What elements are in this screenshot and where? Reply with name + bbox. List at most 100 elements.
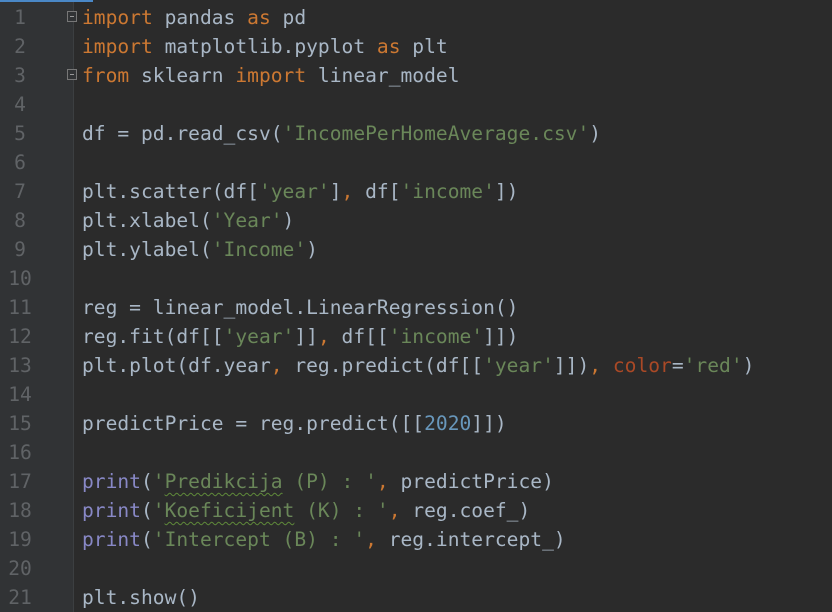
code-token-txt: plt.plot(df.year [82, 354, 271, 377]
code-text: reg = linear_model.LinearRegression() [82, 293, 518, 322]
code-token-str: 'year' [223, 325, 295, 348]
code-token-str: 'year' [483, 354, 554, 377]
code-text: plt.scatter(df['year'], df['income']) [82, 177, 518, 206]
line-number: 20 [8, 557, 32, 580]
line-number: 2 [14, 35, 26, 58]
code-token-str: 'red' [683, 354, 743, 377]
code-line[interactable]: 16 [0, 438, 832, 467]
code-token-txt: reg.intercept_) [376, 528, 566, 551]
code-line[interactable]: 2 import matplotlib.pyplot as plt [0, 32, 832, 61]
line-number: 10 [8, 267, 32, 290]
code-token-txt: ]]) [483, 325, 519, 348]
code-line[interactable]: 17 print('Predikcija (P) : ', predictPric… [0, 467, 832, 496]
code-token-txt: ( [140, 470, 153, 493]
code-token-txt: df = pd.read_csv( [82, 122, 283, 145]
code-line[interactable]: 6 [0, 148, 832, 177]
code-line[interactable]: 9 plt.ylabel('Income') [0, 235, 832, 264]
code-token-txt: sklearn [129, 64, 236, 87]
code-line[interactable]: 3 from sklearn import linear_model [0, 61, 832, 90]
line-number: 14 [8, 383, 32, 406]
line-number: 21 [8, 586, 32, 609]
code-line[interactable]: 1 import pandas as pd [0, 3, 832, 32]
code-line[interactable]: 5 df = pd.read_csv('IncomePerHomeAverage.… [0, 119, 832, 148]
code-token-txt: ( [140, 528, 153, 551]
code-token-txt: = [671, 354, 684, 377]
code-token-txt: df[[ [329, 325, 389, 348]
code-line[interactable]: 11 reg = linear_model.LinearRegression() [0, 293, 832, 322]
code-line[interactable]: 7 plt.scatter(df['year'], df['income']) [0, 177, 832, 206]
code-token-str: 'Year' [211, 209, 283, 232]
code-token-txt: reg.fit(df[[ [82, 325, 224, 348]
code-line[interactable]: 13 plt.plot(df.year, reg.predict(df[['yea… [0, 351, 832, 380]
fold-toggle-icon[interactable] [67, 11, 77, 22]
code-line[interactable]: 8 plt.xlabel('Year') [0, 206, 832, 235]
code-token-txt: reg.coef_) [400, 499, 531, 522]
code-token-bi: print [82, 528, 141, 551]
code-token-txt: ]) [494, 180, 519, 203]
code-token-txt: ) [306, 238, 318, 261]
code-line[interactable]: 20 [0, 554, 832, 583]
code-token-txt: plt.scatter(df[ [82, 180, 259, 203]
code-token-txt: predictPrice) [388, 470, 554, 493]
code-token-str: 'year' [258, 180, 330, 203]
code-token-txt: ]]) [471, 412, 507, 435]
code-line[interactable]: 21 plt.show() [0, 583, 832, 612]
code-token-punc: , [365, 528, 377, 551]
line-number: 4 [14, 93, 26, 116]
code-token-txt: linear_model [306, 64, 460, 87]
code-token-kw: as [247, 6, 271, 29]
line-number: 5 [14, 122, 26, 145]
code-text: predictPrice = reg.predict([[2020]]) [82, 409, 507, 438]
code-line[interactable]: 14 [0, 380, 832, 409]
line-number: 11 [8, 296, 32, 319]
code-token-txt: plt.show() [82, 586, 200, 609]
code-token-txt: reg = linear_model.LinearRegression() [82, 296, 519, 319]
line-number: 19 [8, 528, 32, 551]
code-token-punc: , [376, 470, 389, 493]
code-token-txt: plt.xlabel( [82, 209, 212, 232]
code-token-txt: ( [140, 499, 153, 522]
code-token-str: 'income' [388, 325, 484, 348]
code-token-str: (K) : ' [294, 499, 389, 522]
code-token-punc: , [341, 180, 354, 203]
code-token-txt: plt.ylabel( [82, 238, 212, 261]
code-token-txt: ) [742, 354, 755, 377]
active-tab-indicator [0, 0, 93, 2]
line-number: 17 [8, 470, 32, 493]
code-token-num: 2020 [424, 412, 472, 435]
line-number: 8 [14, 209, 26, 232]
code-token-txt: pd [270, 6, 307, 29]
code-token-bi: print [82, 470, 141, 493]
code-token-kwarg: color [612, 354, 672, 377]
code-text: print('Predikcija (P) : ', predictPrice) [82, 467, 554, 496]
code-token-kw: import [235, 64, 307, 87]
code-token-kw: from [82, 64, 130, 87]
code-token-kw: as [376, 35, 401, 58]
code-text: import pandas as pd [82, 3, 306, 32]
code-token-punc: , [388, 499, 401, 522]
code-token-str: ' [152, 499, 165, 522]
code-token-punc: , [270, 354, 283, 377]
line-number: 16 [8, 441, 32, 464]
code-token-str: Predikcija [164, 470, 283, 493]
code-text: reg.fit(df[['year']], df[['income']]) [82, 322, 518, 351]
line-number: 15 [8, 412, 32, 435]
line-number: 9 [14, 238, 26, 261]
code-line[interactable]: 10 [0, 264, 832, 293]
code-line[interactable]: 18 print('Koeficijent (K) : ', reg.coef_) [0, 496, 832, 525]
code-token-txt: ]] [294, 325, 318, 348]
line-number: 6 [14, 151, 26, 174]
code-token-txt: predictPrice = reg.predict([[ [82, 412, 425, 435]
code-token-str: 'income' [400, 180, 495, 203]
code-text: import matplotlib.pyplot as plt [82, 32, 448, 61]
code-text: plt.show() [82, 583, 200, 612]
code-line[interactable]: 19 print('Intercept (B) : ', reg.intercep… [0, 525, 832, 554]
code-line[interactable]: 12 reg.fit(df[['year']], df[['income']]) [0, 322, 832, 351]
line-number: 1 [14, 6, 26, 29]
code-text: from sklearn import linear_model [82, 61, 460, 90]
code-token-str: 'Intercept (B) : ' [152, 528, 366, 551]
fold-toggle-icon[interactable] [67, 69, 77, 80]
code-line[interactable]: 4 [0, 90, 832, 119]
code-line[interactable]: 15 predictPrice = reg.predict([[2020]]) [0, 409, 832, 438]
